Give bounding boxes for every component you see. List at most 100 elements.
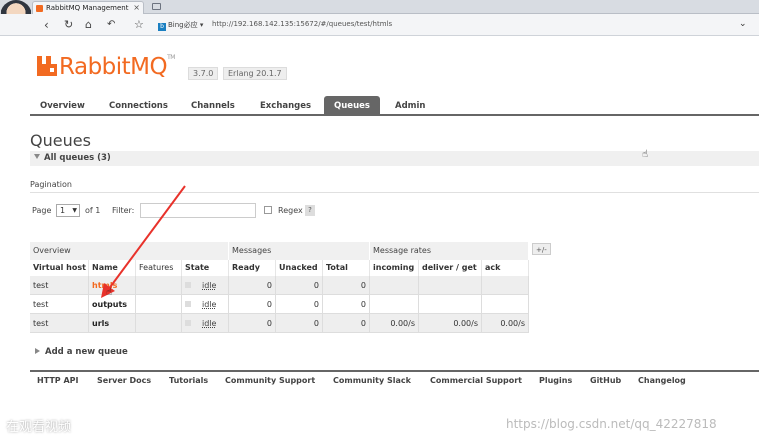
footer-link-http-api[interactable]: HTTP API — [37, 376, 78, 385]
rabbitmq-logo-icon — [37, 56, 57, 76]
home-icon[interactable]: ⌂ — [85, 17, 92, 33]
queue-name-link[interactable]: outputs — [89, 295, 136, 314]
total-cell: 0 — [323, 295, 370, 314]
incoming-cell — [370, 276, 419, 295]
state-indicator-icon — [185, 301, 191, 307]
page-select-value: 1 — [60, 206, 66, 215]
favorite-star-icon[interactable]: ☆ — [134, 17, 144, 33]
footer-link-changelog[interactable]: Changelog — [638, 376, 686, 385]
col-state[interactable]: State — [182, 260, 229, 276]
queue-name-link[interactable]: htmls — [89, 276, 136, 295]
total-cell: 0 — [323, 314, 370, 333]
close-tab-icon[interactable]: × — [133, 2, 140, 14]
add-queue-label: Add a new queue — [45, 347, 128, 357]
browser-tab[interactable]: RabbitMQ Management × — [32, 1, 144, 14]
tab-channels[interactable]: Channels — [191, 96, 235, 116]
footer-link-plugins[interactable]: Plugins — [539, 376, 572, 385]
bing-icon: b — [158, 23, 166, 31]
tab-overview[interactable]: Overview — [40, 96, 85, 116]
regex-help-button[interactable]: ? — [305, 205, 315, 216]
undo-icon[interactable]: ↶ — [107, 17, 115, 33]
col-total[interactable]: Total — [323, 260, 370, 276]
ready-cell: 0 — [229, 314, 276, 333]
state-text: idle — [202, 319, 217, 328]
table-row[interactable]: test htmls idle 0 0 0 — [30, 276, 529, 295]
watermark-url: https://blog.csdn.net/qq_42227818 — [506, 417, 717, 431]
incoming-cell — [370, 295, 419, 314]
add-queue-toggle[interactable]: Add a new queue — [35, 347, 128, 357]
col-deliver-get[interactable]: deliver / get — [419, 260, 482, 276]
regex-label: Regex — [278, 206, 303, 215]
ack-cell: 0.00/s — [482, 314, 529, 333]
search-engine-selector[interactable]: b Bing必应 ▾ — [158, 20, 203, 31]
queue-name[interactable]: outputs — [92, 300, 127, 309]
column-toggle-button[interactable]: +/- — [532, 243, 551, 255]
triangle-right-icon — [35, 348, 40, 354]
col-features: Features — [136, 260, 182, 276]
group-overview: Overview — [30, 242, 229, 260]
col-virtual-host[interactable]: Virtual host — [30, 260, 89, 276]
table-row[interactable]: test urls idle 0 0 0 0.00/s 0.00/s 0.00/… — [30, 314, 529, 333]
version-badge: 3.7.0 — [188, 67, 219, 80]
col-ack[interactable]: ack — [482, 260, 529, 276]
features-cell — [136, 314, 182, 333]
footer-link-community-support[interactable]: Community Support — [225, 376, 315, 385]
footer-link-github[interactable]: GitHub — [590, 376, 621, 385]
queue-name[interactable]: urls — [92, 319, 109, 328]
rabbitmq-favicon-icon — [36, 5, 43, 12]
tab-connections[interactable]: Connections — [109, 96, 168, 116]
regex-checkbox[interactable] — [264, 206, 272, 214]
vhost-cell: test — [30, 295, 89, 314]
pagination-divider — [30, 192, 759, 193]
col-ready[interactable]: Ready — [229, 260, 276, 276]
page-title: Queues — [30, 131, 91, 150]
unacked-cell: 0 — [276, 295, 323, 314]
queue-name[interactable]: htmls — [92, 281, 117, 290]
vhost-cell: test — [30, 276, 89, 295]
tab-exchanges[interactable]: Exchanges — [260, 96, 311, 116]
tab-list-icon[interactable] — [152, 3, 161, 10]
footer-link-commercial-support[interactable]: Commercial Support — [430, 376, 522, 385]
all-queues-section[interactable]: All queues (3) — [30, 151, 759, 166]
rabbitmq-logo[interactable]: RabbitMQTM — [37, 54, 175, 80]
state-cell: idle — [182, 295, 229, 314]
group-messages: Messages — [229, 242, 370, 260]
chevron-down-icon[interactable]: ⌄ — [739, 19, 747, 29]
browser-tab-title: RabbitMQ Management — [46, 4, 129, 12]
address-bar-url[interactable]: http://192.168.142.135:15672/#/queues/te… — [212, 20, 392, 28]
state-text: idle — [202, 281, 217, 290]
main-tabs: Overview Connections Channels Exchanges … — [30, 96, 759, 116]
group-message-rates: Message rates — [370, 242, 529, 260]
footer-link-tutorials[interactable]: Tutorials — [169, 376, 208, 385]
queue-name-link[interactable]: urls — [89, 314, 136, 333]
state-indicator-icon — [185, 282, 191, 288]
filter-input[interactable] — [140, 203, 256, 218]
table-row[interactable]: test outputs idle 0 0 0 — [30, 295, 529, 314]
trademark-mark: TM — [167, 54, 175, 61]
filter-label: Filter: — [112, 206, 135, 215]
refresh-icon[interactable]: ↻ — [64, 17, 73, 33]
page-select[interactable]: 1 ▼ — [56, 204, 80, 217]
back-icon[interactable]: ‹ — [44, 17, 49, 33]
browser-navbar: ‹ ↻ ⌂ ↶ ☆ b Bing必应 ▾ http://192.168.142.1… — [0, 14, 759, 36]
deliver-cell — [419, 276, 482, 295]
total-cell: 0 — [323, 276, 370, 295]
unacked-cell: 0 — [276, 314, 323, 333]
hand-cursor-icon: ☝ — [106, 287, 113, 298]
ack-cell — [482, 276, 529, 295]
tab-queues[interactable]: Queues — [324, 96, 380, 116]
state-indicator-icon — [185, 320, 191, 326]
footer-link-community-slack[interactable]: Community Slack — [333, 376, 411, 385]
col-name[interactable]: Name — [89, 260, 136, 276]
footer-links: HTTP API Server Docs Tutorials Community… — [30, 370, 759, 390]
state-text: idle — [202, 300, 217, 309]
all-queues-toggle[interactable]: All queues (3) — [34, 153, 111, 163]
col-incoming[interactable]: incoming — [370, 260, 419, 276]
pagination-label: Pagination — [30, 180, 72, 189]
tab-admin[interactable]: Admin — [395, 96, 426, 116]
vhost-cell: test — [30, 314, 89, 333]
footer-link-server-docs[interactable]: Server Docs — [97, 376, 151, 385]
deliver-cell — [419, 295, 482, 314]
col-unacked[interactable]: Unacked — [276, 260, 323, 276]
brand-name: RabbitMQ — [59, 54, 168, 80]
